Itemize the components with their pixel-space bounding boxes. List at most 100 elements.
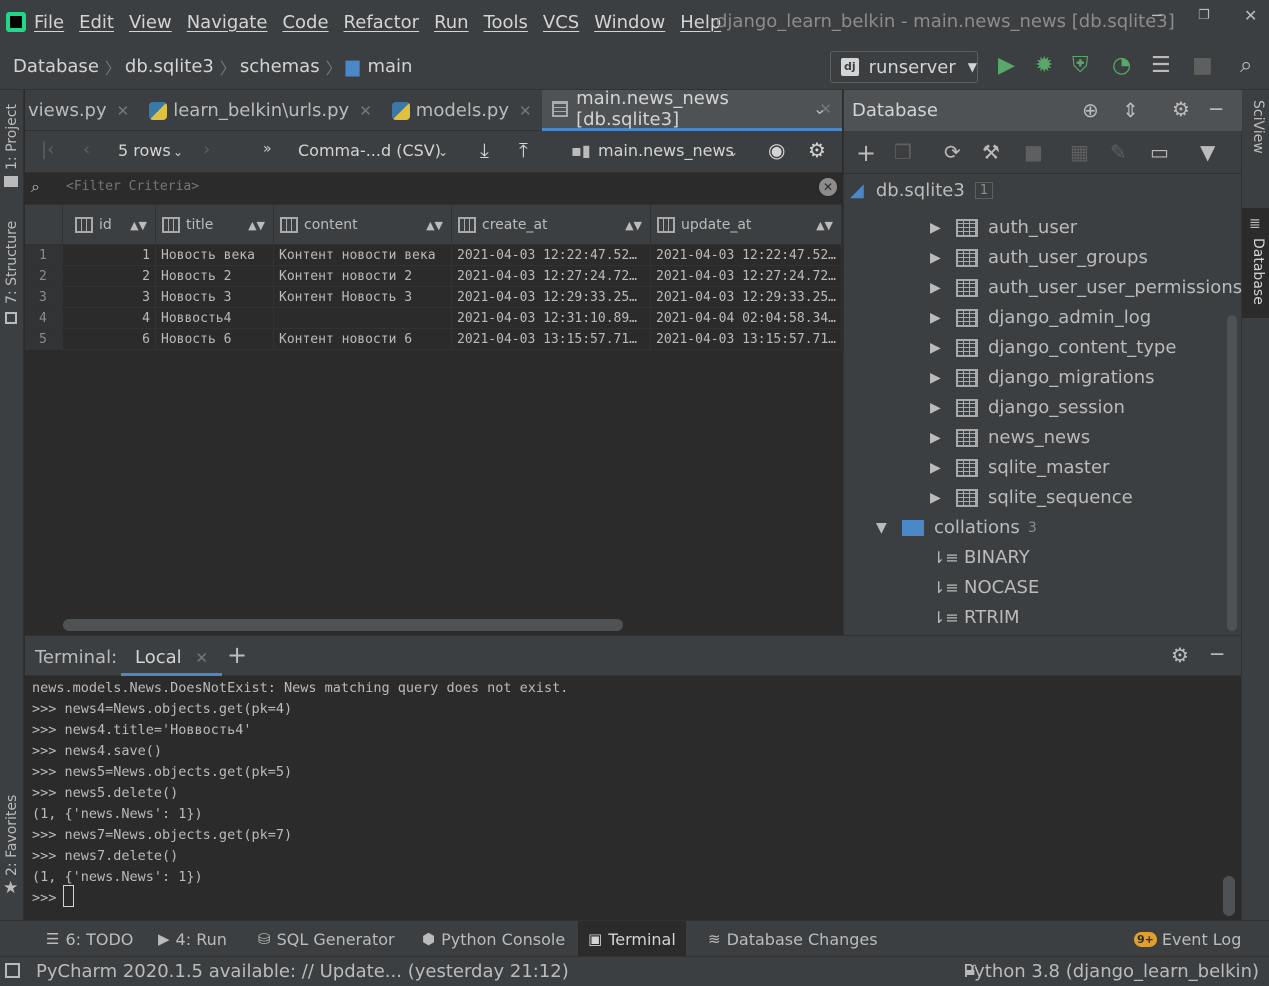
cell-update-at[interactable]: 2021-04-03 12:22:47.52… [651, 245, 842, 266]
project-tool-button[interactable]: 1: Project [4, 104, 20, 170]
expand-arrow-icon[interactable]: ▶ [930, 370, 956, 386]
cell-content[interactable]: Контент Новость 3 [274, 287, 452, 308]
status-message[interactable]: PyCharm 2020.1.5 available: // Update...… [36, 961, 569, 982]
sort-icon[interactable]: ▲▼ [248, 219, 265, 232]
expand-arrow-icon[interactable]: ▶ [930, 340, 956, 356]
import-icon[interactable]: ⤒ [519, 138, 528, 162]
tree-item-table[interactable]: ▶ sqlite_sequence [930, 487, 1133, 508]
expand-arrow-icon[interactable]: ▶ [930, 280, 956, 296]
vertical-scrollbar[interactable] [1223, 876, 1235, 916]
cell-create-at[interactable]: 2021-04-03 12:31:10.89… [452, 308, 651, 329]
terminal-output[interactable]: news.models.News.DoesNotExist: News matc… [25, 676, 1241, 920]
tab-views-py[interactable]: views.py ✕ [25, 90, 139, 131]
expand-arrow-icon[interactable]: ▶ [930, 400, 956, 416]
cell-title[interactable]: Новость века [156, 245, 274, 266]
tree-item-table[interactable]: ▶ auth_user_groups [930, 247, 1148, 268]
filter-search-icon[interactable]: ⌕ [31, 177, 40, 197]
column-header-id[interactable]: id ▲▼ [63, 205, 156, 245]
sort-icon[interactable]: ▲▼ [816, 219, 833, 232]
previous-page-icon[interactable]: ‹ [83, 139, 90, 160]
todo-tool-button[interactable]: ☰ 6: TODO [36, 921, 143, 957]
menu-tools[interactable]: Tools [484, 12, 528, 33]
column-header-create-at[interactable]: create_at ▲▼ [452, 205, 651, 245]
tree-item-collation[interactable]: ⇂≡ NOCASE [932, 577, 1039, 598]
cell-update-at[interactable]: 2021-04-03 13:15:57.71… [651, 329, 842, 350]
cell-update-at[interactable]: 2021-04-03 12:29:33.25… [651, 287, 842, 308]
edit-icon[interactable]: ✎ [1110, 140, 1127, 164]
menu-navigate[interactable]: Navigate [187, 12, 268, 33]
close-icon[interactable]: ✕ [195, 649, 208, 667]
sort-icon[interactable]: ▲▼ [625, 219, 642, 232]
table-row[interactable]: 3 3 Новость 3 Контент Новость 3 2021-04-… [25, 287, 842, 308]
gear-icon[interactable]: ⚙ [808, 138, 826, 162]
terminal-tab-local[interactable]: Local ✕ [121, 636, 222, 676]
page-size-select[interactable]: 5 rows [118, 141, 171, 160]
cell-update-at[interactable]: 2021-04-04 02:04:58.34… [651, 308, 842, 329]
cell-title[interactable]: Новость 3 [156, 287, 274, 308]
table-row[interactable]: 1 1 Новость века Контент новости века 20… [25, 245, 842, 266]
tree-item-table[interactable]: ▶ sqlite_master [930, 457, 1109, 478]
breadcrumb-schemas[interactable]: schemas [236, 56, 320, 77]
favorites-tool-button[interactable]: 2: Favorites [4, 795, 20, 876]
cell-content[interactable]: Контент новости 6 [274, 329, 452, 350]
new-terminal-icon[interactable]: + [227, 641, 247, 669]
run-configuration-select[interactable]: dj runserver ▼ [830, 51, 978, 83]
cell-create-at[interactable]: 2021-04-03 12:27:24.72… [452, 266, 651, 287]
close-icon[interactable]: ✕ [117, 102, 130, 120]
debug-icon[interactable]: ✹ [1035, 53, 1053, 78]
next-page-icon[interactable]: › [203, 139, 210, 160]
toggle-tool-windows-icon[interactable] [5, 963, 20, 978]
breadcrumb-main[interactable]: main [359, 56, 412, 77]
hide-panel-icon[interactable]: ─ [1210, 97, 1222, 121]
menu-refactor[interactable]: Refactor [344, 12, 420, 33]
python-interpreter[interactable]: Python 3.8 (django_learn_belkin) [963, 961, 1259, 982]
export-icon[interactable]: ⤓ [480, 138, 489, 162]
build-icon[interactable]: ☰ [1151, 53, 1171, 78]
collapse-arrow-icon[interactable]: ▼ [876, 520, 902, 536]
gear-icon[interactable]: ⚙ [1172, 97, 1190, 121]
expand-arrow-icon[interactable]: ▶ [930, 490, 956, 506]
table-select[interactable]: main.news_news [598, 141, 734, 160]
menu-view[interactable]: View [129, 12, 172, 33]
menu-file[interactable]: File [34, 12, 64, 33]
cell-id[interactable]: 2 [63, 266, 156, 287]
database-changes-tool-button[interactable]: ≋ Database Changes [698, 921, 888, 957]
close-icon[interactable]: ✕ [519, 102, 532, 120]
cell-create-at[interactable]: 2021-04-03 12:29:33.25… [452, 287, 651, 308]
stop-icon[interactable]: ■ [1192, 53, 1213, 78]
cell-id[interactable]: 6 [63, 329, 156, 350]
copy-icon[interactable]: ❐ [894, 140, 912, 164]
cell-update-at[interactable]: 2021-04-03 12:27:24.72… [651, 266, 842, 287]
table-row[interactable]: 5 6 Новость 6 Контент новости 6 2021-04-… [25, 329, 842, 350]
cell-content[interactable]: Контент новости 2 [274, 266, 452, 287]
cell-id[interactable]: 3 [63, 287, 156, 308]
locate-icon[interactable]: ⊕ [1082, 98, 1099, 122]
more-icon[interactable]: » [263, 141, 272, 157]
refresh-icon[interactable]: ⟳ [944, 140, 961, 164]
view-icon[interactable]: ◉ [768, 138, 785, 162]
close-icon[interactable]: ✕ [359, 102, 372, 120]
tree-item-table[interactable]: ▶ auth_user [930, 217, 1077, 238]
column-header-content[interactable]: content ▲▼ [274, 205, 452, 245]
stop-icon[interactable]: ■ [1024, 140, 1043, 164]
menu-edit[interactable]: Edit [79, 12, 114, 33]
breadcrumb-database[interactable]: Database [0, 56, 99, 77]
cell-title[interactable]: Новость 2 [156, 266, 274, 287]
profile-icon[interactable]: ◔ [1112, 53, 1131, 78]
sciview-tool-button[interactable]: SciView [1250, 100, 1266, 154]
menu-vcs[interactable]: VCS [543, 12, 579, 33]
python-console-tool-button[interactable]: ⬢ Python Console [412, 921, 575, 957]
tree-item-table[interactable]: ▶ news_news [930, 427, 1090, 448]
run-tool-button[interactable]: ▶ 4: Run [148, 921, 237, 957]
horizontal-scrollbar[interactable] [63, 619, 623, 631]
coverage-icon[interactable]: ⛨ [1072, 53, 1089, 78]
sort-icon[interactable]: ▲▼ [130, 219, 147, 232]
cell-id[interactable]: 4 [63, 308, 156, 329]
tree-item-collations[interactable]: ▼ collations 3 [876, 517, 1037, 538]
cell-create-at[interactable]: 2021-04-03 12:22:47.52… [452, 245, 651, 266]
tree-item-collation[interactable]: ⇂≡ RTRIM [932, 607, 1020, 628]
expand-arrow-icon[interactable]: ▶ [930, 250, 956, 266]
add-icon[interactable]: + [856, 139, 876, 167]
menu-code[interactable]: Code [282, 12, 328, 33]
cell-title[interactable]: Нoввость4 [156, 308, 274, 329]
